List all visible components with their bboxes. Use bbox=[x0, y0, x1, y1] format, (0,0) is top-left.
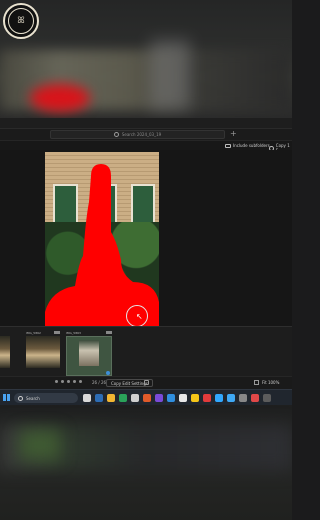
filmstrip-thumb-selected[interactable]: IMG_5863 bbox=[66, 331, 112, 376]
include-subfolders-toggle[interactable]: Include subfolders bbox=[225, 143, 270, 148]
image-counter: 26 / 26 bbox=[92, 380, 107, 385]
app-icon[interactable] bbox=[95, 394, 103, 402]
thumb-label: IMG_5863 bbox=[66, 331, 81, 335]
app-icon[interactable] bbox=[131, 394, 139, 402]
taskbar-apps bbox=[83, 394, 271, 402]
app-icon[interactable] bbox=[119, 394, 127, 402]
folder-icon[interactable] bbox=[107, 394, 115, 402]
checkbox-icon bbox=[225, 143, 231, 148]
photoshop-icon[interactable] bbox=[215, 394, 223, 402]
app-icon[interactable] bbox=[251, 394, 259, 402]
app-icon[interactable] bbox=[179, 394, 187, 402]
paste-icon[interactable] bbox=[144, 380, 149, 385]
taskbar-search-icon bbox=[18, 395, 23, 401]
blurred-backdrop-top bbox=[0, 0, 292, 118]
app-icon[interactable] bbox=[263, 394, 271, 402]
screen: ꕤ Search 2024_03_19 + Include subfolders… bbox=[0, 0, 292, 520]
blurred-backdrop-bottom bbox=[0, 405, 292, 520]
avatar-icon: ꕤ bbox=[3, 3, 39, 39]
thumb-label: IMG_5862 bbox=[26, 331, 41, 335]
taskbar-search[interactable]: Search bbox=[14, 393, 78, 403]
app-icon[interactable] bbox=[143, 394, 151, 402]
fit-icon bbox=[254, 380, 259, 385]
app-icon[interactable] bbox=[227, 394, 235, 402]
app-icon[interactable] bbox=[203, 394, 211, 402]
rating-dots[interactable] bbox=[55, 380, 82, 383]
task-view-icon[interactable] bbox=[83, 394, 91, 402]
app-icon[interactable] bbox=[167, 394, 175, 402]
include-subfolders-label: Include subfolders bbox=[233, 143, 270, 148]
taskbar-search-label: Search bbox=[26, 395, 40, 401]
search-icon bbox=[113, 132, 119, 137]
edited-badge-icon bbox=[106, 371, 110, 375]
windows-start-icon[interactable] bbox=[3, 394, 10, 401]
app-icon[interactable] bbox=[191, 394, 199, 402]
plus-icon[interactable]: + bbox=[230, 129, 237, 138]
title-bar bbox=[0, 118, 292, 128]
red-mask-overlay bbox=[45, 164, 159, 326]
editing-canvas[interactable]: ↖ bbox=[0, 150, 292, 326]
filmstrip-thumb-1[interactable]: IMG_5862 bbox=[26, 331, 60, 368]
search-input[interactable]: Search 2024_03_19 bbox=[50, 130, 225, 139]
brush-cursor-icon: ↖ bbox=[126, 305, 148, 326]
windows-taskbar: Search bbox=[0, 389, 292, 405]
options-row: Include subfolders Copy 1 F bbox=[0, 140, 292, 153]
filmstrip-controls: 26 / 26 Copy Edit Settings Fit 100% bbox=[0, 376, 292, 389]
filmstrip-thumb-0[interactable] bbox=[0, 331, 10, 368]
zoom-level[interactable]: Fit 100% bbox=[262, 380, 279, 385]
app-icon[interactable] bbox=[155, 394, 163, 402]
filmstrip: IMG_5862 IMG_5863 bbox=[0, 326, 292, 376]
photo-editor-window: Search 2024_03_19 + Include subfolders C… bbox=[0, 118, 292, 405]
search-row: Search 2024_03_19 + bbox=[0, 128, 292, 140]
photo-image[interactable]: ↖ bbox=[45, 152, 159, 326]
app-icon[interactable] bbox=[239, 394, 247, 402]
search-placeholder: Search 2024_03_19 bbox=[121, 132, 162, 137]
